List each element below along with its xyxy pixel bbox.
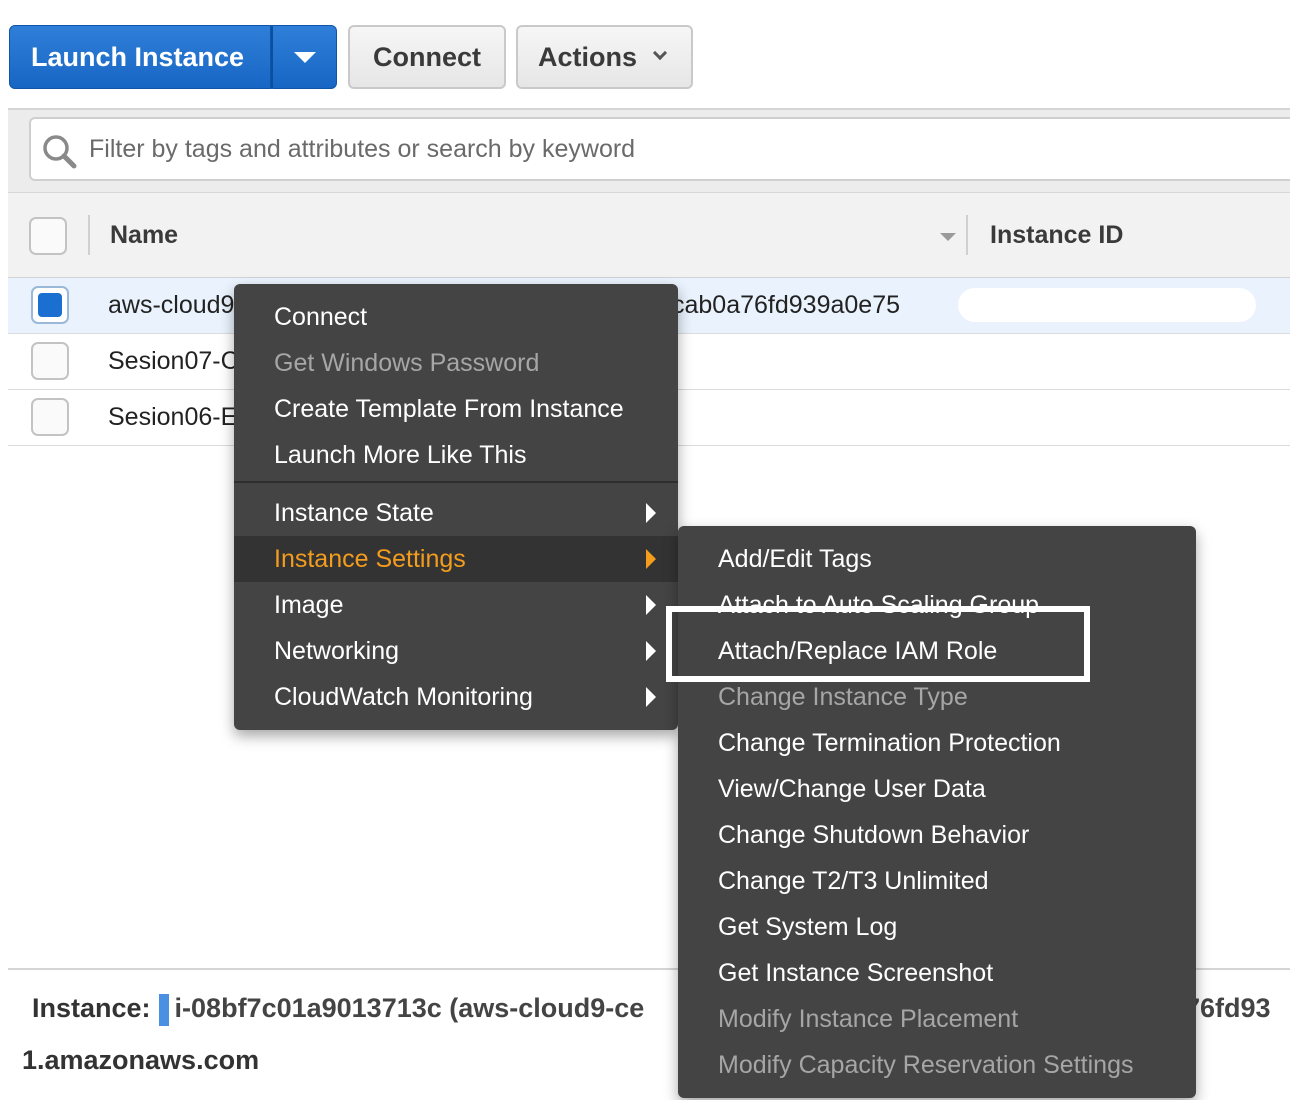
column-separator [966, 215, 968, 255]
instance-marker [158, 993, 169, 1026]
menu-item-networking[interactable]: Networking [234, 628, 678, 674]
column-header-name[interactable]: Name [110, 221, 178, 250]
submenu-item-get-instance-screenshot[interactable]: Get Instance Screenshot [678, 950, 1196, 996]
submenu-item-modify-instance-placement: Modify Instance Placement [718, 1004, 1019, 1033]
context-menu: Connect Get Windows Password Create Temp… [234, 284, 678, 730]
ec2-instances-page: Launch Instance Connect Actions Filter b… [0, 0, 1290, 1100]
redacted-value [958, 288, 1256, 322]
menu-item-label: CloudWatch Monitoring [274, 682, 533, 711]
dns-tail: 1.amazonaws.com [22, 1045, 260, 1075]
instance-value: i-08bf7c01a9013713c (aws-cloud9-ce [174, 993, 645, 1023]
connect-button[interactable]: Connect [348, 25, 506, 89]
submenu-arrow-icon [646, 503, 656, 523]
instance-value-tail: 76fd93 [1185, 993, 1271, 1023]
select-all-checkbox[interactable] [29, 217, 67, 255]
row-checkbox[interactable] [31, 398, 69, 436]
submenu-arrow-icon [646, 595, 656, 615]
instance-name: Sesion07-C [108, 347, 239, 375]
menu-item-label: Image [274, 590, 344, 619]
menu-item-create-template[interactable]: Create Template From Instance [234, 386, 678, 432]
menu-item-instance-settings[interactable]: Instance Settings [234, 536, 678, 582]
menu-item-get-windows-password: Get Windows Password [274, 348, 540, 377]
search-placeholder: Filter by tags and attributes or search … [89, 135, 636, 163]
menu-item-launch-more-like-this[interactable]: Launch More Like This [234, 432, 678, 478]
menu-item-connect[interactable]: Connect [234, 294, 678, 340]
submenu-item-change-t2-t3-unlimited[interactable]: Change T2/T3 Unlimited [678, 858, 1196, 904]
actions-button-label: Actions [538, 41, 638, 72]
submenu-item-modify-capacity-reservation: Modify Capacity Reservation Settings [718, 1050, 1134, 1079]
column-header-instance-id[interactable]: Instance ID [990, 221, 1123, 250]
menu-item-cloudwatch-monitoring[interactable]: CloudWatch Monitoring [234, 674, 678, 720]
submenu-item-add-edit-tags[interactable]: Add/Edit Tags [678, 536, 1196, 582]
submenu-arrow-icon [646, 549, 656, 569]
menu-divider [234, 481, 678, 483]
row-checkbox[interactable] [31, 286, 69, 324]
caret-down-icon [293, 51, 316, 63]
submenu-arrow-icon [646, 687, 656, 707]
submenu-item-change-shutdown-behavior[interactable]: Change Shutdown Behavior [678, 812, 1196, 858]
launch-instance-button[interactable]: Launch Instance [9, 25, 271, 89]
instance-id-suffix: cab0a76fd939a0e75 [672, 291, 901, 319]
menu-item-label: Networking [274, 636, 400, 665]
menu-item-label: Instance State [274, 498, 434, 527]
menu-item-label: Instance Settings [274, 544, 466, 573]
instance-name: aws-cloud9 [108, 291, 235, 319]
submenu-item-get-system-log[interactable]: Get System Log [678, 904, 1196, 950]
table-header: Name Instance ID [8, 192, 1290, 278]
column-separator [88, 215, 90, 255]
actions-button[interactable]: Actions [516, 25, 693, 89]
instance-label: Instance: [32, 993, 151, 1023]
instance-name: Sesion06-E [108, 403, 238, 431]
submenu-item-view-change-user-data[interactable]: View/Change User Data [678, 766, 1196, 812]
menu-item-image[interactable]: Image [234, 582, 678, 628]
instance-details: Instance: i-08bf7c01a9013713c (aws-cloud9… [32, 993, 644, 1026]
highlight-box [666, 606, 1090, 682]
submenu-arrow-icon [646, 641, 656, 661]
row-checkbox[interactable] [31, 342, 69, 380]
sort-caret-icon[interactable] [940, 233, 956, 241]
search-icon [43, 135, 77, 169]
chevron-down-icon [652, 45, 668, 61]
submenu-item-change-termination-protection[interactable]: Change Termination Protection [678, 720, 1196, 766]
launch-instance-dropdown-button[interactable] [271, 25, 337, 89]
menu-item-instance-state[interactable]: Instance State [234, 490, 678, 536]
search-input[interactable]: Filter by tags and attributes or search … [29, 117, 1290, 181]
